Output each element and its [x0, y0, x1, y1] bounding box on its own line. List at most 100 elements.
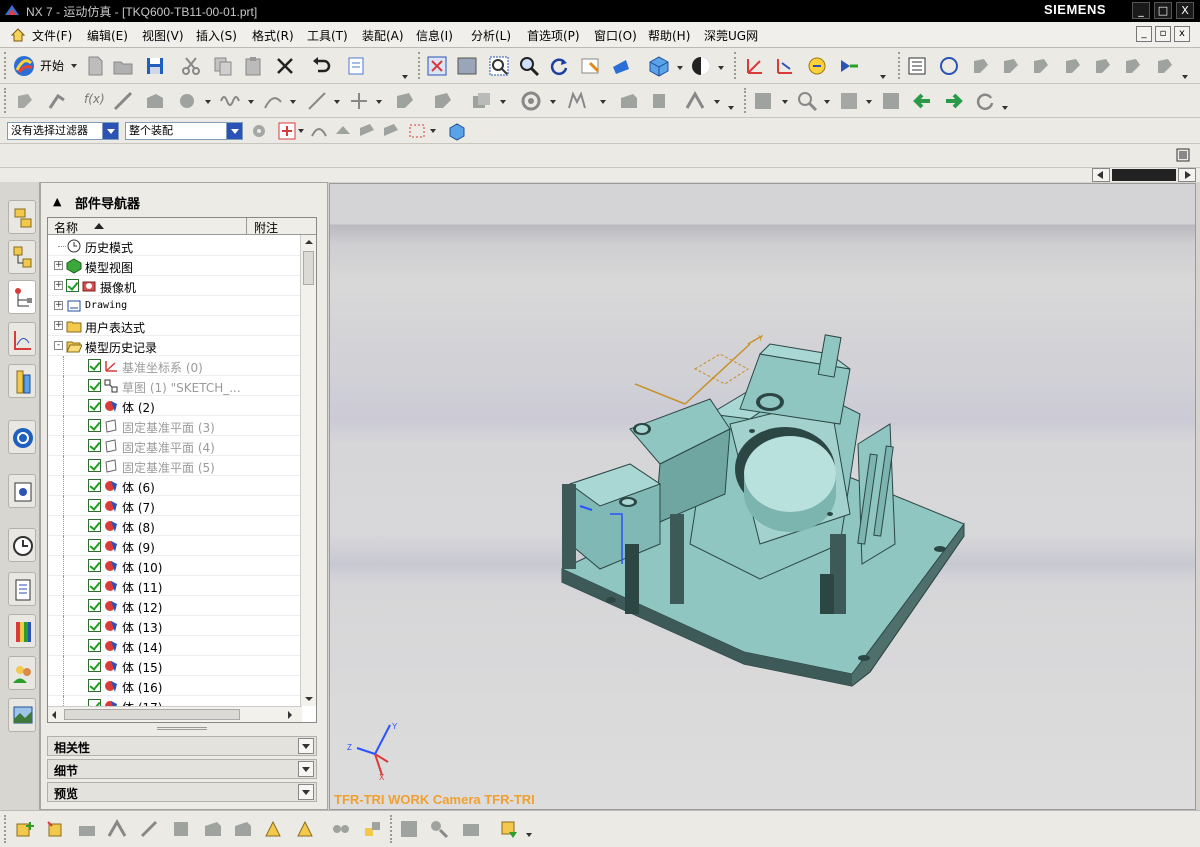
select-body-icon[interactable]: [446, 120, 468, 142]
contact-icon[interactable]: [1154, 55, 1176, 77]
menu-edit[interactable]: 编辑(E): [87, 27, 128, 44]
point-tool-icon[interactable]: [348, 90, 370, 112]
mirror-assembly-icon[interactable]: [106, 818, 128, 840]
details-section[interactable]: 细节: [47, 759, 317, 779]
expand-icon[interactable]: +: [54, 301, 63, 310]
dependencies-section[interactable]: 相关性: [47, 736, 317, 756]
chevron-down-icon[interactable]: [298, 738, 314, 754]
minimize-button[interactable]: _: [1132, 2, 1150, 19]
paste-icon[interactable]: [242, 55, 264, 77]
section-view-icon[interactable]: [752, 90, 774, 112]
roles-tab[interactable]: [8, 656, 36, 690]
menu-assemblies[interactable]: 装配(A): [362, 27, 404, 44]
new-file-icon[interactable]: [84, 55, 106, 77]
toolbar-grip[interactable]: [734, 52, 737, 79]
chevron-down-icon[interactable]: [866, 100, 872, 104]
spring-icon[interactable]: [1092, 55, 1114, 77]
zoom-icon[interactable]: [518, 55, 540, 77]
scroll-up-icon[interactable]: [303, 237, 314, 247]
visibility-checkbox[interactable]: [88, 499, 101, 512]
arrow-left-icon[interactable]: [912, 90, 934, 112]
link-icon[interactable]: [970, 55, 992, 77]
repeat-command-icon[interactable]: [346, 55, 368, 77]
sequence-icon[interactable]: [232, 818, 254, 840]
toolbar-grip[interactable]: [4, 815, 7, 843]
tree-row[interactable]: 体 (7): [48, 496, 302, 516]
offset-face-icon[interactable]: [618, 90, 640, 112]
tree-vertical-scrollbar[interactable]: [300, 235, 316, 706]
move-icon[interactable]: [138, 818, 160, 840]
toolbar-grip[interactable]: [418, 52, 421, 79]
constraint-navigator-tab[interactable]: [8, 240, 36, 274]
model-viewport[interactable]: Y: [330, 184, 1196, 810]
tree-row[interactable]: - 模型历史记录: [48, 336, 302, 356]
expression-icon[interactable]: f(x): [84, 92, 105, 106]
reuse-library-tab[interactable]: [8, 322, 36, 356]
feature-rule-icon[interactable]: [380, 120, 402, 142]
chevron-down-icon[interactable]: [526, 833, 532, 837]
pin-icon[interactable]: ▲: [53, 195, 61, 208]
menu-view[interactable]: 视图(V): [142, 27, 184, 44]
tree-row[interactable]: 体 (16): [48, 676, 302, 696]
joint-icon[interactable]: [1000, 55, 1022, 77]
visibility-checkbox[interactable]: [66, 279, 79, 292]
hd3d-tools-tab[interactable]: [8, 364, 36, 398]
constraint-icon[interactable]: [170, 818, 192, 840]
curve-rule-icon[interactable]: [308, 120, 330, 142]
assembly-cut-icon[interactable]: [294, 818, 316, 840]
tree-scroll-thumb[interactable]: [303, 251, 314, 285]
mirror-icon[interactable]: [566, 90, 588, 112]
toolbar-grip[interactable]: [4, 88, 7, 113]
assembly-scope-select[interactable]: 整个装配: [125, 122, 243, 140]
chevron-down-icon[interactable]: [728, 106, 734, 110]
menu-insert[interactable]: 插入(S): [196, 27, 237, 44]
chevron-down-icon[interactable]: [298, 784, 314, 800]
arrow-right-icon[interactable]: [942, 90, 964, 112]
chevron-down-icon[interactable]: [298, 761, 314, 777]
delete-icon[interactable]: [274, 55, 296, 77]
zoom-region-icon[interactable]: [488, 55, 510, 77]
fit-icon[interactable]: [426, 55, 448, 77]
zoom-window-icon[interactable]: [456, 55, 478, 77]
tree-row[interactable]: 固定基准平面 (3): [48, 416, 302, 436]
visibility-checkbox[interactable]: [88, 439, 101, 452]
tree-row[interactable]: 体 (14): [48, 636, 302, 656]
tree-row[interactable]: 草图 (1) "SKETCH_...: [48, 376, 302, 396]
damper-icon[interactable]: [1122, 55, 1144, 77]
wcs-dynamics-icon[interactable]: [774, 55, 796, 77]
shell-icon[interactable]: [648, 90, 670, 112]
menu-format[interactable]: 格式(R): [252, 27, 294, 44]
guide-rods[interactable]: [857, 423, 896, 565]
visibility-checkbox[interactable]: [88, 659, 101, 672]
boolean-icon[interactable]: [470, 90, 492, 112]
close-window-button[interactable]: X: [1176, 2, 1194, 19]
render-style-icon[interactable]: [690, 55, 712, 77]
tree-row[interactable]: 体 (2): [48, 396, 302, 416]
scroll-left-icon[interactable]: [52, 711, 56, 719]
expand-icon[interactable]: +: [54, 261, 63, 270]
pattern-icon[interactable]: [520, 90, 542, 112]
product-outline-icon[interactable]: [498, 818, 520, 840]
perspective-icon[interactable]: [610, 55, 632, 77]
scroll-right-icon[interactable]: [288, 711, 292, 719]
tree-hscroll-thumb[interactable]: [64, 709, 240, 720]
chevron-down-icon[interactable]: [714, 100, 720, 104]
explode-icon[interactable]: [202, 818, 224, 840]
animation-icon[interactable]: [838, 55, 860, 77]
navigator-tree[interactable]: 名称 附注 历史模式 + 模型视图 + 摄像机 + Drawing + 用户表达式 - 模型历史记录…: [47, 217, 317, 723]
history-tab[interactable]: [8, 474, 36, 508]
move-component-icon[interactable]: [432, 90, 454, 112]
expand-icon[interactable]: +: [54, 281, 63, 290]
driver-icon[interactable]: [1030, 55, 1052, 77]
toolbar-grip[interactable]: [390, 815, 393, 843]
visibility-checkbox[interactable]: [88, 559, 101, 572]
scroll-down-icon[interactable]: [303, 694, 314, 704]
menu-help[interactable]: 帮助(H): [648, 27, 690, 44]
pan-icon[interactable]: [580, 55, 602, 77]
rotate-icon[interactable]: [548, 55, 570, 77]
inspect-icon[interactable]: [796, 90, 818, 112]
visibility-checkbox[interactable]: [88, 599, 101, 612]
clock-tab[interactable]: [8, 528, 36, 562]
chevron-down-icon[interactable]: [430, 129, 436, 133]
visibility-checkbox[interactable]: [88, 619, 101, 632]
